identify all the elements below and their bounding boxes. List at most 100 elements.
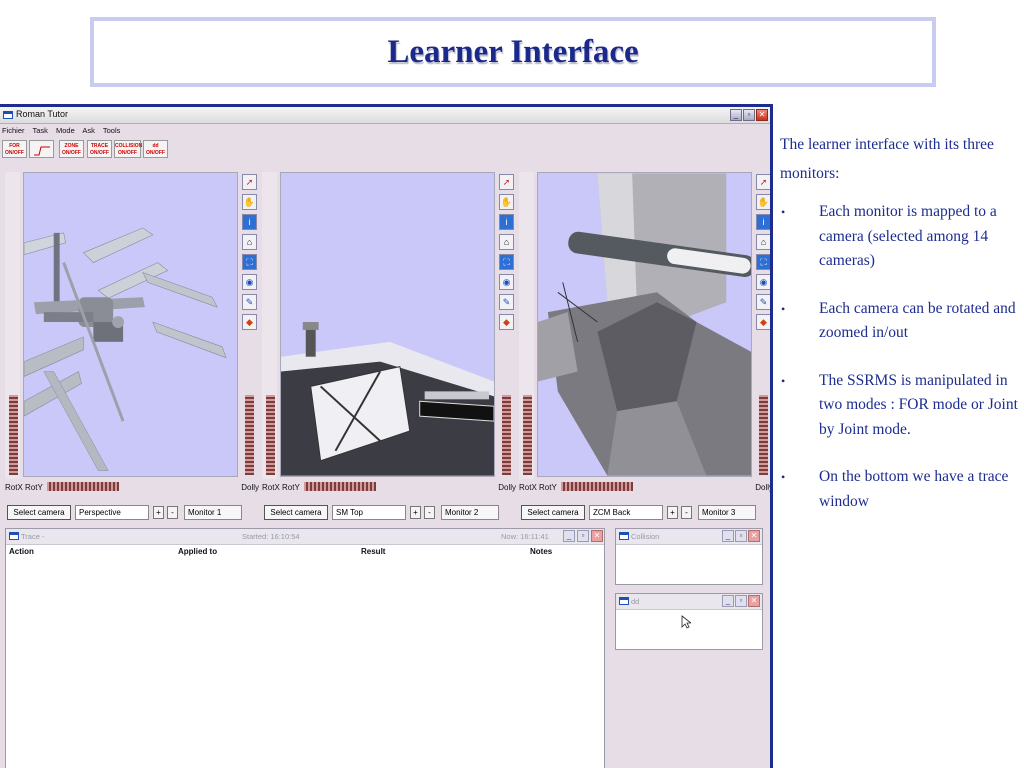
trace-title: Trace - (21, 532, 45, 541)
toolbar-zone-button[interactable]: ZONE ON/OFF (59, 140, 84, 158)
hand-icon[interactable]: ✋ (756, 194, 770, 210)
bullet-text: Each monitor is mapped to a camera (sele… (819, 203, 997, 269)
trace-now: Now: 16:11:41 (501, 532, 549, 541)
toolbar-joint-button[interactable] (29, 140, 54, 158)
camera-view-1[interactable] (23, 172, 238, 477)
toolbar-collision-button[interactable]: COLLISION ON/OFF (114, 140, 142, 158)
home-icon[interactable]: ⌂ (756, 234, 770, 250)
zoom-fit-icon[interactable]: ⛶ (242, 254, 257, 270)
menu-fichier[interactable]: Fichier (2, 126, 25, 135)
eye-icon[interactable]: ◉ (499, 274, 514, 290)
collision-window: Collision _ ▫ ✕ (615, 528, 763, 585)
camera-minus-button[interactable]: - (424, 506, 435, 519)
pointer-icon[interactable]: ➚ (242, 174, 257, 190)
zoom-slider[interactable] (9, 395, 18, 475)
camera-view-3[interactable] (537, 172, 752, 477)
info-icon[interactable]: i (756, 214, 770, 230)
trace-minimize-button[interactable]: _ (563, 530, 575, 542)
camera-plus-button[interactable]: + (153, 506, 164, 519)
toolbar-for-sublabel: ON/OFF (5, 150, 24, 156)
close-button[interactable]: ✕ (756, 109, 768, 121)
toolbar-for-button[interactable]: FOR ON/OFF (2, 140, 27, 158)
camera-plus-button[interactable]: + (410, 506, 421, 519)
dolly-slider[interactable] (245, 395, 254, 475)
zoom-fit-icon[interactable]: ⛶ (756, 254, 770, 270)
zoom-slider[interactable] (266, 395, 275, 475)
home-icon[interactable]: ⌂ (499, 234, 514, 250)
camera-view-2[interactable] (280, 172, 495, 477)
camera-name-field[interactable]: ZCM Back (589, 505, 663, 520)
cube-icon[interactable]: ◆ (242, 314, 257, 330)
camera-plus-button[interactable]: + (667, 506, 678, 519)
toolbar-trace-button[interactable]: TRACE ON/OFF (87, 140, 112, 158)
dd-close-button[interactable]: ✕ (748, 595, 760, 607)
trace-window: Trace - Started: 16:10:54 Now: 16:11:41 … (5, 528, 605, 768)
dd-titlebar[interactable]: dd _ ▫ ✕ (616, 594, 762, 610)
menu-bar: Fichier Task Mode Ask Tools (2, 126, 126, 138)
column-notes[interactable]: Notes (530, 547, 552, 556)
zoom-fit-icon[interactable]: ⛶ (499, 254, 514, 270)
window-titlebar[interactable]: Roman Tutor _ ▫ ✕ (0, 107, 770, 124)
pointer-icon[interactable]: ➚ (499, 174, 514, 190)
column-result[interactable]: Result (361, 547, 385, 556)
dolly-slider[interactable] (759, 395, 768, 475)
monitor-3: ➚ ✋ i ⌂ ⛶ ◉ ✎ ◆ RotX RotY Dolly Select c… (517, 172, 770, 532)
zoom-track (519, 172, 534, 479)
hand-icon[interactable]: ✋ (499, 194, 514, 210)
info-icon[interactable]: i (499, 214, 514, 230)
trace-titlebar[interactable]: Trace - Started: 16:10:54 Now: 16:11:41 … (6, 529, 604, 545)
select-camera-button[interactable]: Select camera (7, 505, 71, 520)
collision-minimize-button[interactable]: _ (722, 530, 734, 542)
pin-icon[interactable]: ✎ (242, 294, 257, 310)
cube-icon[interactable]: ◆ (756, 314, 770, 330)
trace-close-button[interactable]: ✕ (591, 530, 603, 542)
menu-ask[interactable]: Ask (82, 126, 95, 135)
collision-title: Collision (631, 532, 660, 541)
collision-close-button[interactable]: ✕ (748, 530, 760, 542)
cube-icon[interactable]: ◆ (499, 314, 514, 330)
maximize-button[interactable]: ▫ (743, 109, 755, 121)
menu-tools[interactable]: Tools (103, 126, 121, 135)
column-action[interactable]: Action (9, 547, 34, 556)
station-render-3 (538, 173, 751, 476)
window-icon (3, 111, 13, 119)
intro-text: The learner interface with its three mon… (780, 136, 994, 182)
eye-icon[interactable]: ◉ (756, 274, 770, 290)
trace-maximize-button[interactable]: ▫ (577, 530, 589, 542)
rot-slider[interactable] (561, 482, 633, 491)
camera-name-field[interactable]: Perspective (75, 505, 149, 520)
collision-maximize-button[interactable]: ▫ (735, 530, 747, 542)
bullet-item: • Each monitor is mapped to a camera (sel… (780, 200, 1020, 274)
camera-minus-button[interactable]: - (681, 506, 692, 519)
select-camera-button[interactable]: Select camera (521, 505, 585, 520)
camera-controls-2: Select camera SM Top + - Monitor 2 (264, 505, 516, 521)
home-icon[interactable]: ⌂ (242, 234, 257, 250)
menu-mode[interactable]: Mode (56, 126, 75, 135)
info-icon[interactable]: i (242, 214, 257, 230)
camera-minus-button[interactable]: - (167, 506, 178, 519)
station-render-2 (281, 322, 494, 476)
dd-minimize-button[interactable]: _ (722, 595, 734, 607)
hand-icon[interactable]: ✋ (242, 194, 257, 210)
toolbar-dd-button[interactable]: dd ON/OFF (143, 140, 168, 158)
column-applied-to[interactable]: Applied to (178, 547, 217, 556)
dd-window-icon (619, 597, 629, 605)
pointer-icon[interactable]: ➚ (756, 174, 770, 190)
minimize-button[interactable]: _ (730, 109, 742, 121)
bullet-text: Each camera can be rotated and zoomed in… (819, 299, 1016, 342)
eye-icon[interactable]: ◉ (242, 274, 257, 290)
roman-tutor-window: Roman Tutor _ ▫ ✕ Fichier Task Mode Ask … (0, 104, 773, 768)
rot-slider[interactable] (47, 482, 119, 491)
collision-titlebar[interactable]: Collision _ ▫ ✕ (616, 529, 762, 545)
rot-slider[interactable] (304, 482, 376, 491)
select-camera-button[interactable]: Select camera (264, 505, 328, 520)
camera-controls-1: Select camera Perspective + - Monitor 1 (7, 505, 259, 521)
menu-task[interactable]: Task (32, 126, 47, 135)
camera-name-field[interactable]: SM Top (332, 505, 406, 520)
dd-maximize-button[interactable]: ▫ (735, 595, 747, 607)
zoom-slider[interactable] (523, 395, 532, 475)
pin-icon[interactable]: ✎ (756, 294, 770, 310)
dolly-slider[interactable] (502, 395, 511, 475)
slide-title-box: Learner Interface (90, 17, 936, 87)
pin-icon[interactable]: ✎ (499, 294, 514, 310)
